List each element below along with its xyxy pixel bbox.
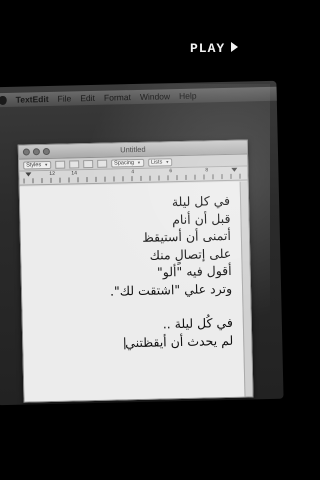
- text-line: لم يحدث أن أيقظتني: [125, 332, 234, 350]
- play-triangle-icon: [231, 42, 239, 52]
- monitor-screen: TextEdit File Edit Format Window Help Un…: [0, 80, 284, 406]
- spacing-select-label: Spacing: [114, 159, 135, 166]
- play-label: PLAY: [190, 41, 226, 56]
- menu-app-name[interactable]: TextEdit: [16, 94, 49, 105]
- align-justify-button[interactable]: [83, 159, 94, 168]
- left-indent-marker[interactable]: [25, 172, 32, 177]
- ruler-number: 8: [205, 167, 209, 174]
- chevron-down-icon: ▼: [44, 161, 49, 167]
- menu-help[interactable]: Help: [179, 91, 197, 101]
- apple-icon[interactable]: [0, 95, 7, 105]
- align-right-button[interactable]: [97, 159, 108, 168]
- lists-select[interactable]: Lists ▼: [147, 157, 173, 167]
- vhs-overlay: PLAY: [190, 41, 239, 56]
- menu-window[interactable]: Window: [140, 91, 170, 102]
- menu-edit[interactable]: Edit: [80, 93, 95, 103]
- lists-select-label: Lists: [150, 158, 163, 166]
- styles-select[interactable]: Styles ▼: [23, 160, 52, 170]
- textedit-window: Untitled Styles ▼ Spacing ▼ Lists ▼ 12 14 4…: [17, 139, 254, 403]
- menu-format[interactable]: Format: [104, 92, 131, 103]
- ruler-number: 6: [169, 168, 173, 175]
- document-text-area[interactable]: في كل ليلة قبل أن أنام أتمنى أن أستيقظ ع…: [19, 181, 245, 402]
- align-center-button[interactable]: [69, 159, 80, 169]
- align-left-button[interactable]: [55, 160, 66, 169]
- chevron-down-icon: ▼: [165, 158, 170, 164]
- ruler-number: 4: [131, 169, 135, 176]
- styles-select-label: Styles: [26, 161, 42, 168]
- ruler-number: 14: [71, 170, 78, 177]
- text-line-with-caret: لم يحدث أن أيقظتني: [33, 331, 233, 353]
- menu-bar: TextEdit File Edit Format Window Help: [0, 86, 277, 108]
- ruler-number: 12: [49, 170, 56, 177]
- menu-file[interactable]: File: [58, 93, 72, 103]
- chevron-down-icon: ▼: [136, 159, 142, 165]
- spacing-select[interactable]: Spacing ▼: [111, 158, 145, 168]
- right-indent-marker[interactable]: [231, 167, 238, 172]
- window-title: Untitled: [120, 144, 146, 155]
